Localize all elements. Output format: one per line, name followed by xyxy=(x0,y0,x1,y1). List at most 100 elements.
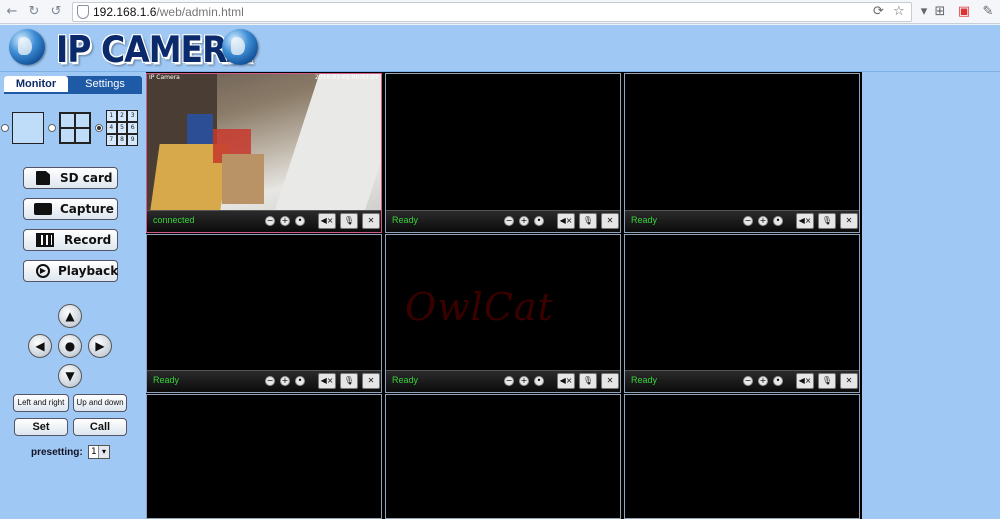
window-icon[interactable]: ⊞ xyxy=(932,4,948,20)
camera-status: Ready xyxy=(392,215,419,225)
film-icon xyxy=(36,233,54,247)
extension-icon[interactable]: ▣ xyxy=(956,4,972,20)
focus-icon[interactable]: • xyxy=(534,216,544,226)
address-bar[interactable]: 192.168.1.6/web/admin.html ⟳ ☆ xyxy=(72,2,912,22)
sd-card-label: SD card xyxy=(60,171,113,185)
camera-cell[interactable] xyxy=(624,394,860,519)
sd-card-button[interactable]: SD card xyxy=(23,167,118,189)
tab-divider xyxy=(4,92,142,94)
control-panel: Monitor Settings 123 456 789 SD card Cap… xyxy=(0,72,146,519)
reload-page-icon[interactable]: ⟳ xyxy=(873,4,884,19)
tools-icon[interactable]: ✕ xyxy=(840,213,858,229)
zoom-in-icon[interactable]: + xyxy=(519,216,529,226)
bookmark-star-icon[interactable]: ☆ xyxy=(893,4,905,19)
layout-1-radio[interactable] xyxy=(1,124,9,132)
zoom-in-icon[interactable]: + xyxy=(280,376,290,386)
zoom-out-icon[interactable]: − xyxy=(504,376,514,386)
tools-icon[interactable]: ✕ xyxy=(601,373,619,389)
tools-icon[interactable]: ✕ xyxy=(362,373,380,389)
mute-icon[interactable]: ◀× xyxy=(557,373,575,389)
ptz-down-button[interactable]: ▼ xyxy=(58,364,82,388)
zoom-in-icon[interactable]: + xyxy=(280,216,290,226)
presetting-select[interactable]: 1 xyxy=(88,445,110,459)
layout-4-icon[interactable] xyxy=(59,112,91,144)
back-icon[interactable]: ← xyxy=(4,4,20,20)
tab-monitor[interactable]: Monitor xyxy=(4,76,68,92)
focus-icon[interactable]: • xyxy=(295,216,305,226)
globe-icon xyxy=(222,29,258,65)
zoom-out-icon[interactable]: − xyxy=(743,376,753,386)
layout-9-radio[interactable] xyxy=(95,124,103,132)
record-label: Record xyxy=(64,233,112,247)
arrow-up-icon: ▲ xyxy=(65,309,75,323)
record-button[interactable]: Record xyxy=(23,229,118,251)
tools-icon[interactable]: ✕ xyxy=(362,213,380,229)
focus-icon[interactable]: • xyxy=(295,376,305,386)
tab-settings[interactable]: Settings xyxy=(68,76,142,92)
camera-status: Ready xyxy=(392,375,419,385)
camera-cell[interactable] xyxy=(385,394,621,519)
layout-1-icon[interactable] xyxy=(12,112,44,144)
camera-control-bar: Ready − + • ◀× 🎙 ✕ xyxy=(147,370,381,392)
layout-9-icon[interactable]: 123 456 789 xyxy=(106,110,138,146)
set-button[interactable]: Set xyxy=(14,418,68,436)
zoom-in-icon[interactable]: + xyxy=(519,376,529,386)
zoom-out-icon[interactable]: − xyxy=(743,216,753,226)
tab-bar: Monitor Settings xyxy=(4,76,142,92)
mute-icon[interactable]: ◀× xyxy=(796,373,814,389)
camera-control-bar: connected − + • ◀× 🎙 ✕ xyxy=(147,210,381,232)
zoom-out-icon[interactable]: − xyxy=(265,376,275,386)
mute-icon[interactable]: ◀× xyxy=(318,213,336,229)
capture-button[interactable]: Capture xyxy=(23,198,118,220)
sd-card-icon xyxy=(36,171,50,185)
camera-control-bar: Ready − + • ◀× 🎙 ✕ xyxy=(386,370,620,392)
ptz-up-button[interactable]: ▲ xyxy=(58,304,82,328)
camera-cell[interactable]: IP Camera 2016-01-01 00:07:07 connected … xyxy=(146,73,382,233)
microphone-off-icon[interactable]: 🎙 xyxy=(818,373,836,389)
ptz-center-button[interactable]: ● xyxy=(58,334,82,358)
camera-control-bar: Ready − + • ◀× 🎙 ✕ xyxy=(386,210,620,232)
camera-status: Ready xyxy=(631,215,658,225)
stop-icon: ● xyxy=(64,339,76,353)
mute-icon[interactable]: ◀× xyxy=(318,373,336,389)
microphone-off-icon[interactable]: 🎙 xyxy=(579,213,597,229)
microphone-off-icon[interactable]: 🎙 xyxy=(579,373,597,389)
zoom-in-icon[interactable]: + xyxy=(758,376,768,386)
play-icon: ▶ xyxy=(36,264,50,278)
refresh-icon[interactable]: ↻ xyxy=(26,4,42,20)
presetting-label: presetting: xyxy=(31,447,83,458)
camera-icon xyxy=(34,203,52,215)
focus-icon[interactable]: • xyxy=(534,376,544,386)
ptz-left-button[interactable]: ◀ xyxy=(28,334,52,358)
tools-icon[interactable]: ✕ xyxy=(601,213,619,229)
wrench-icon[interactable]: ✎ xyxy=(980,4,996,20)
camera-cell[interactable]: Ready − + • ◀× 🎙 ✕ xyxy=(624,73,860,233)
tools-icon[interactable]: ✕ xyxy=(840,373,858,389)
mute-icon[interactable]: ◀× xyxy=(557,213,575,229)
camera-cell[interactable] xyxy=(146,394,382,519)
camera-header: IP CAMERA xyxy=(0,25,1000,72)
mute-icon[interactable]: ◀× xyxy=(796,213,814,229)
watermark-text: OwlCat xyxy=(405,285,554,329)
camera-cell[interactable]: Ready − + • ◀× 🎙 ✕ xyxy=(385,73,621,233)
microphone-off-icon[interactable]: 🎙 xyxy=(818,213,836,229)
camera-cell[interactable]: Ready − + • ◀× 🎙 ✕ xyxy=(624,234,860,393)
playback-button[interactable]: ▶ Playback xyxy=(23,260,118,282)
camera-time-overlay: 2016-01-01 00:07:07 xyxy=(315,74,379,81)
undo-icon[interactable]: ↺ xyxy=(48,4,64,20)
zoom-in-icon[interactable]: + xyxy=(758,216,768,226)
camera-cell[interactable]: Ready − + • ◀× 🎙 ✕ xyxy=(146,234,382,393)
layout-4-radio[interactable] xyxy=(48,124,56,132)
zoom-out-icon[interactable]: − xyxy=(504,216,514,226)
browser-toolbar: ← ↻ ↺ 192.168.1.6/web/admin.html ⟳ ☆ ▾ ⊞… xyxy=(0,0,1000,24)
focus-icon[interactable]: • xyxy=(773,376,783,386)
left-right-button[interactable]: Left and right xyxy=(13,394,69,412)
up-down-button[interactable]: Up and down xyxy=(73,394,127,412)
dropdown-icon[interactable]: ▾ xyxy=(916,4,932,20)
ptz-right-button[interactable]: ▶ xyxy=(88,334,112,358)
microphone-off-icon[interactable]: 🎙 xyxy=(340,373,358,389)
call-button[interactable]: Call xyxy=(73,418,127,436)
microphone-off-icon[interactable]: 🎙 xyxy=(340,213,358,229)
focus-icon[interactable]: • xyxy=(773,216,783,226)
zoom-out-icon[interactable]: − xyxy=(265,216,275,226)
